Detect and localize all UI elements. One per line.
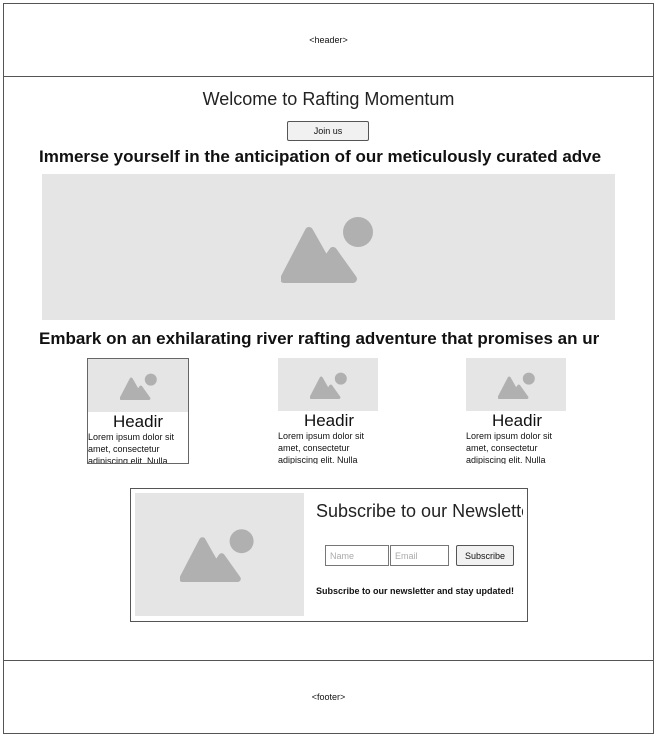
welcome-title: Welcome to Rafting Momentum bbox=[202, 89, 455, 109]
feature-card[interactable]: Headir Lorem ipsum dolor sit amet, conse… bbox=[278, 358, 380, 464]
header-label: <header> bbox=[309, 35, 348, 45]
card-image bbox=[466, 358, 566, 411]
join-us-button[interactable]: Join us bbox=[287, 121, 369, 141]
image-placeholder-icon bbox=[120, 373, 157, 400]
email-field[interactable]: Email bbox=[390, 545, 449, 566]
card-body: Lorem ipsum dolor sit amet, consectetur … bbox=[466, 431, 553, 464]
feature-card[interactable]: Headir Lorem ipsum dolor sit amet, conse… bbox=[466, 358, 568, 464]
hero-headline: Immerse yourself in the anticipation of … bbox=[39, 147, 602, 166]
image-placeholder-icon bbox=[281, 217, 373, 283]
hero-image bbox=[42, 174, 615, 320]
page-header: <header> bbox=[4, 4, 653, 77]
newsletter-section: Subscribe to our Newslette Name Email Su… bbox=[130, 488, 528, 622]
subscribe-button[interactable]: Subscribe bbox=[456, 545, 514, 566]
page-frame: <header> Welcome to Rafting Momentum Joi… bbox=[3, 3, 654, 734]
card-image bbox=[278, 358, 378, 411]
card-title: Headir bbox=[112, 412, 164, 431]
newsletter-title: Subscribe to our Newslette bbox=[316, 501, 523, 521]
card-image bbox=[88, 359, 188, 412]
card-title: Headir bbox=[491, 411, 543, 430]
card-title: Headir bbox=[303, 411, 355, 430]
image-placeholder-icon bbox=[180, 529, 254, 582]
section-headline: Embark on an exhilarating river rafting … bbox=[39, 329, 600, 348]
image-placeholder-icon bbox=[310, 372, 347, 399]
page-footer: <footer> bbox=[4, 660, 653, 733]
card-body: Lorem ipsum dolor sit amet, consectetur … bbox=[278, 431, 365, 464]
name-field[interactable]: Name bbox=[325, 545, 389, 566]
newsletter-note: Subscribe to our newsletter and stay upd… bbox=[316, 586, 515, 596]
feature-card[interactable]: Headir Lorem ipsum dolor sit amet, conse… bbox=[87, 358, 189, 464]
newsletter-image bbox=[135, 493, 304, 616]
footer-label: <footer> bbox=[311, 692, 346, 702]
card-body: Lorem ipsum dolor sit amet, consectetur … bbox=[88, 432, 175, 464]
image-placeholder-icon bbox=[498, 372, 535, 399]
